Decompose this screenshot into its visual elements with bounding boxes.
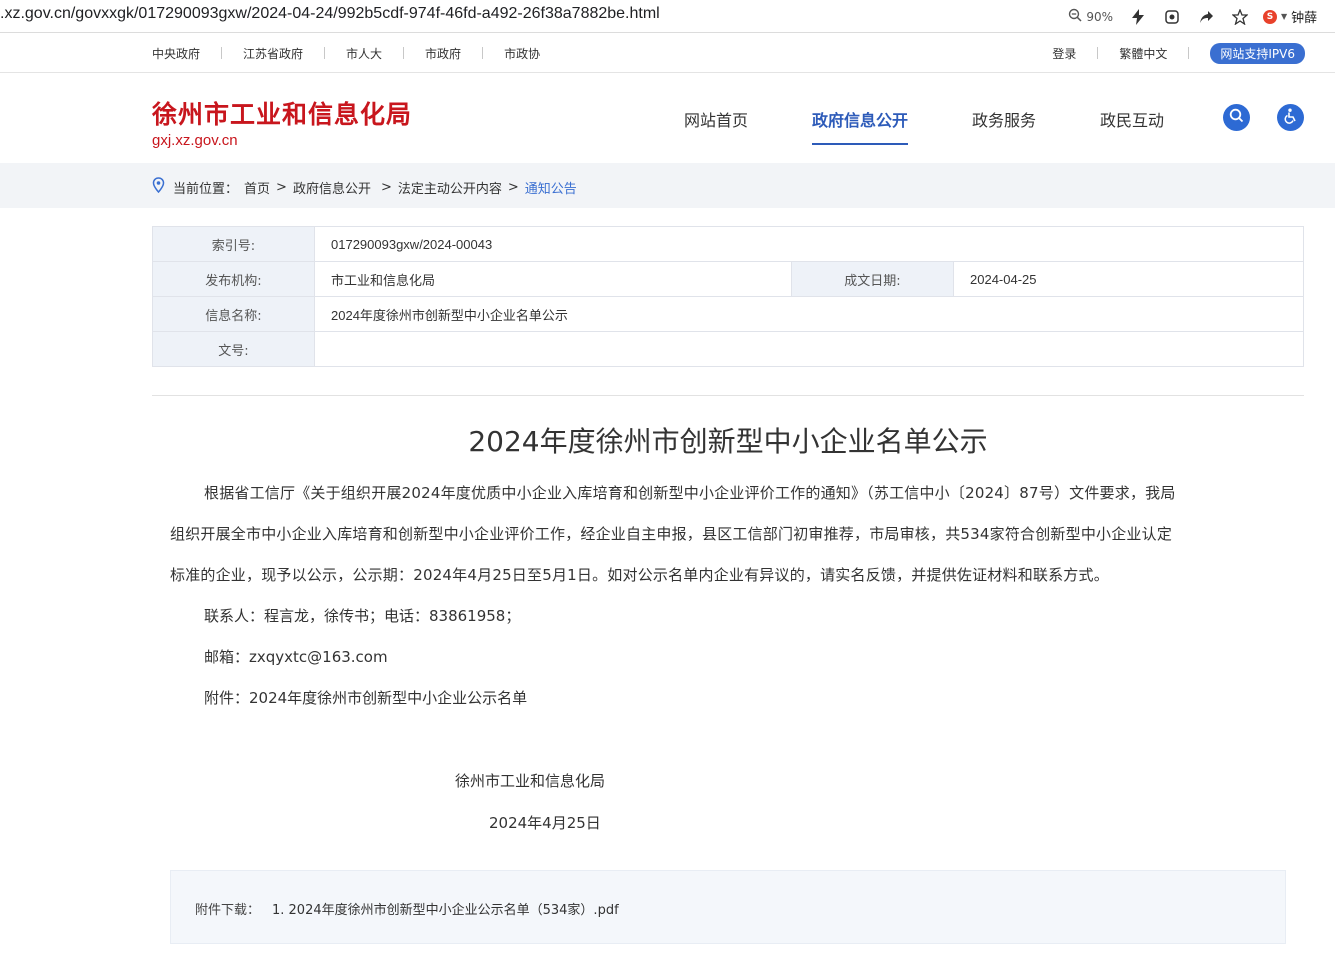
breadcrumb-current[interactable]: 通知公告: [525, 178, 577, 197]
link-central-gov[interactable]: 中央政府: [152, 45, 200, 62]
search-icon: [1229, 108, 1244, 127]
article-title: 2024年度徐州市创新型中小企业名单公示: [468, 425, 988, 458]
breadcrumb-home[interactable]: 首页: [244, 178, 270, 197]
docno-value: [314, 331, 1304, 367]
nav-gov-info[interactable]: 政府信息公开: [812, 107, 909, 145]
breadcrumb-separator: >: [507, 179, 519, 195]
table-row: 发布机构: 市工业和信息化局 成文日期: 2024-04-25: [152, 261, 1304, 297]
breadcrumb-separator: >: [380, 179, 392, 195]
site-title[interactable]: 徐州市工业和信息化局: [152, 95, 412, 131]
download-file-link[interactable]: 1. 2024年度徐州市创新型中小企业公示名单（534家）.pdf: [272, 899, 619, 918]
chevron-down-icon: ▼: [1281, 12, 1288, 21]
nav-home[interactable]: 网站首页: [684, 107, 748, 145]
search-button[interactable]: [1223, 104, 1250, 131]
link-city-cppcc[interactable]: 市政协: [504, 45, 540, 62]
attachment-line: 附件：2024年度徐州市创新型中小企业公示名单: [204, 689, 528, 707]
contact-line: 联系人：程言龙，徐传书；电话：83861958；: [204, 607, 521, 625]
signature: 徐州市工业和信息化局: [455, 772, 606, 790]
share-icon[interactable]: [1189, 0, 1223, 33]
accessibility-icon: [1283, 108, 1299, 128]
gov-links: 中央政府 江苏省政府 市人大 市政府 市政协: [152, 33, 540, 73]
breadcrumb-label: 当前位置：: [173, 181, 239, 197]
org-value: 市工业和信息化局: [314, 261, 792, 297]
browser-toolbar: 90% S ▼ 钟薛: [1068, 0, 1335, 33]
breadcrumb-separator: >: [276, 179, 287, 195]
table-row: 信息名称: 2024年度徐州市创新型中小企业名单公示: [152, 296, 1304, 332]
date-value: 2024-04-25: [953, 261, 1304, 297]
user-name: 钟薛: [1291, 11, 1318, 26]
download-label: 附件下载：: [195, 903, 261, 918]
divider: [221, 47, 223, 59]
nav-services[interactable]: 政务服务: [972, 107, 1036, 145]
link-city-congress[interactable]: 市人大: [346, 45, 382, 62]
breadcrumb-statutory[interactable]: 法定主动公开内容: [398, 178, 502, 197]
ipv6-badge: 网站支持IPV6: [1210, 42, 1305, 64]
account-links: 登录 繁體中文 网站支持IPV6: [1052, 33, 1305, 73]
breadcrumb-gov-info[interactable]: 政府信息公开: [293, 178, 371, 197]
divider: [324, 47, 326, 59]
nav-interaction[interactable]: 政民互动: [1100, 107, 1164, 145]
zoom-icon: [1068, 8, 1082, 25]
url-field[interactable]: .xz.gov.cn/govxxgk/017290093gxw/2024-04-…: [0, 5, 660, 23]
name-label: 信息名称:: [152, 296, 315, 332]
login-link[interactable]: 登录: [1052, 45, 1076, 62]
link-jiangsu-gov[interactable]: 江苏省政府: [243, 45, 303, 62]
site-header: 徐州市工业和信息化局 gxj.xz.gov.cn 网站首页 政府信息公开 政务服…: [0, 73, 1335, 163]
table-row: 文号:: [152, 331, 1304, 367]
top-links-bar: 中央政府 江苏省政府 市人大 市政府 市政协 登录 繁體中文 网站支持IPV6: [0, 33, 1335, 73]
paragraph-line: 组织开展全市中小企业入库培育和创新型中小企业评价工作，经企业自主申报，县区工信部…: [170, 525, 1173, 543]
metadata-table: 索引号: 017290093gxw/2024-00043 发布机构: 市工业和信…: [152, 226, 1304, 367]
location-icon: [152, 177, 165, 197]
zoom-indicator[interactable]: 90%: [1068, 8, 1121, 25]
zoom-level: 90%: [1086, 9, 1113, 24]
link-city-gov[interactable]: 市政府: [425, 45, 461, 62]
traditional-chinese-link[interactable]: 繁體中文: [1119, 45, 1167, 62]
index-value: 017290093gxw/2024-00043: [314, 226, 1304, 262]
breadcrumb: 当前位置： 首页 > 政府信息公开 > 法定主动公开内容 > 通知公告: [152, 177, 577, 197]
accessibility-button[interactable]: [1277, 104, 1304, 131]
star-icon[interactable]: [1223, 0, 1257, 33]
divider: [152, 395, 1304, 396]
main-nav: 网站首页 政府信息公开 政务服务 政民互动: [684, 107, 1228, 145]
paragraph-line: 根据省工信厅《关于组织开展2024年度优质中小企业入库培育和创新型中小企业评价工…: [204, 484, 1176, 502]
paragraph-line: 标准的企业，现予以公示，公示期：2024年4月25日至5月1日。如对公示名单内企…: [170, 566, 1109, 584]
user-menu[interactable]: S ▼ 钟薛: [1257, 7, 1335, 26]
org-label: 发布机构:: [152, 261, 315, 297]
date-label: 成文日期:: [791, 261, 954, 297]
sign-date: 2024年4月25日: [489, 814, 601, 832]
shield-icon[interactable]: [1155, 0, 1189, 33]
lightning-icon[interactable]: [1121, 0, 1155, 33]
index-label: 索引号:: [152, 226, 315, 262]
breadcrumb-bar: 当前位置： 首页 > 政府信息公开 > 法定主动公开内容 > 通知公告: [0, 163, 1335, 208]
divider: [1097, 47, 1099, 59]
article-paragraph: 根据省工信厅《关于组织开展2024年度优质中小企业入库培育和创新型中小企业评价工…: [170, 473, 1287, 596]
divider: [1188, 47, 1190, 59]
docno-label: 文号:: [152, 331, 315, 367]
divider: [482, 47, 484, 59]
browser-address-bar: .xz.gov.cn/govxxgk/017290093gxw/2024-04-…: [0, 0, 1335, 33]
table-row: 索引号: 017290093gxw/2024-00043: [152, 226, 1304, 262]
sogou-icon: S: [1263, 9, 1277, 24]
email-line: 邮箱：zxqyxtc@163.com: [204, 648, 388, 666]
divider: [403, 47, 405, 59]
name-value: 2024年度徐州市创新型中小企业名单公示: [314, 296, 1304, 332]
attachment-box: 附件下载： 1. 2024年度徐州市创新型中小企业公示名单（534家）.pdf: [170, 870, 1286, 944]
site-domain: gxj.xz.gov.cn: [152, 132, 238, 149]
